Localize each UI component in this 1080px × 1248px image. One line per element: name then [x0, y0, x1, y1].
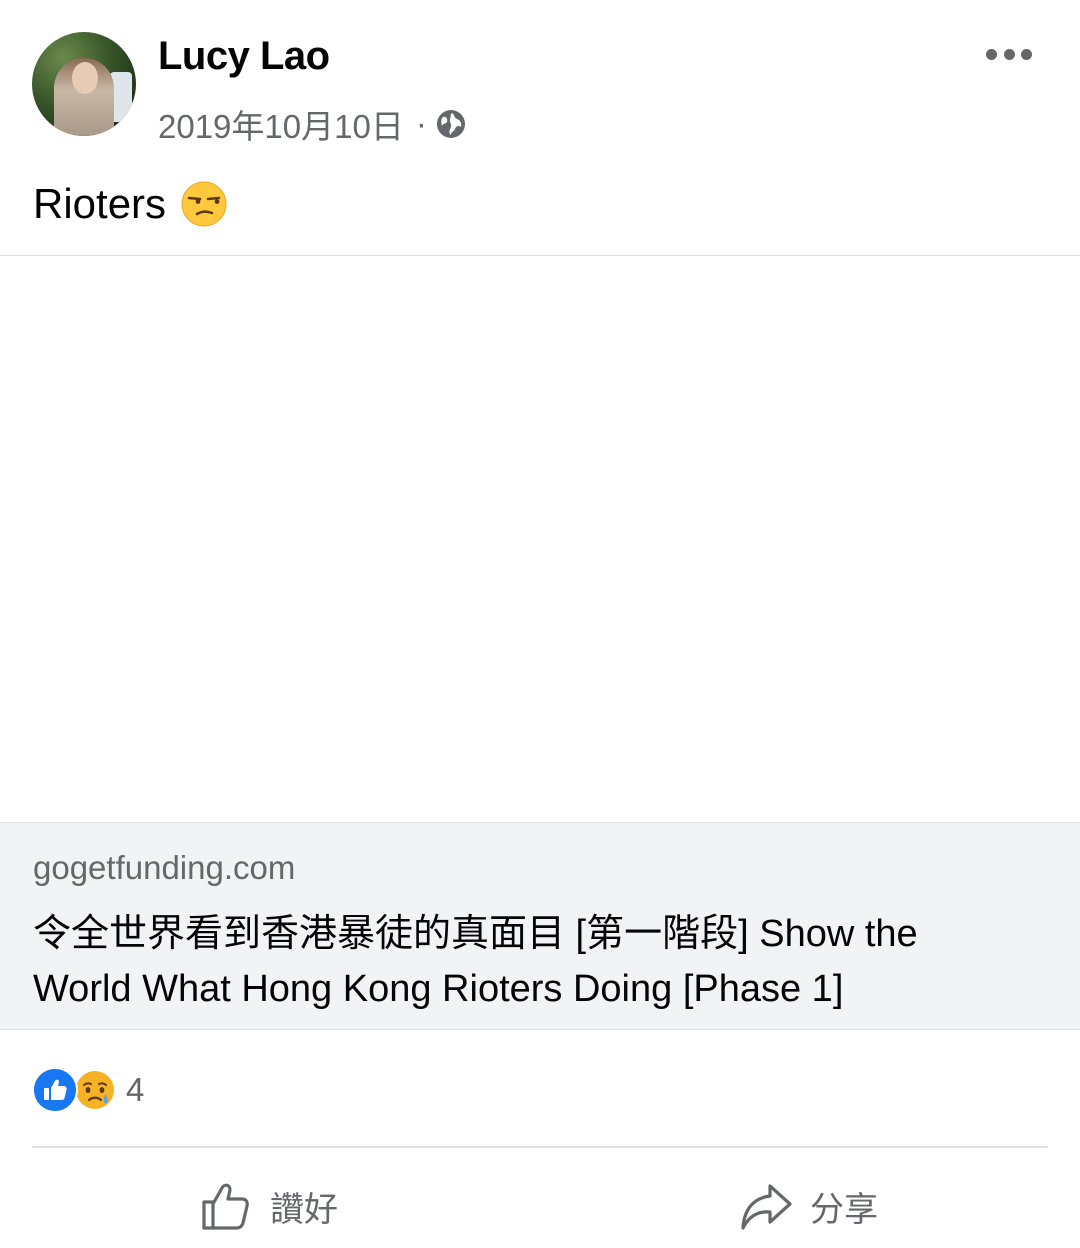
share-arrow-icon [741, 1184, 792, 1230]
sad-reaction-icon [76, 1071, 114, 1109]
post-message: Rioters [33, 180, 228, 228]
post-header: Lucy Lao 2019年10月10日 · [0, 0, 1080, 160]
post-meta: 2019年10月10日 · [158, 100, 467, 148]
more-dot [986, 48, 997, 60]
more-options-icon[interactable] [986, 44, 1032, 64]
link-title-line: 令全世界看到香港暴徒的真面目 [第一階段] Show the [33, 913, 918, 955]
post-date[interactable]: 2019年10月10日 [158, 100, 404, 148]
thumbs-up-icon [202, 1183, 249, 1230]
share-button-label: 分享 [810, 1190, 878, 1229]
link-title-line: World What Hong Kong Rioters Doing [Phas… [33, 968, 844, 1010]
divider [32, 1146, 1048, 1148]
unamused-face-emoji [181, 181, 227, 227]
like-reaction-icon [32, 1067, 78, 1113]
like-button-label: 讚好 [270, 1190, 338, 1229]
meta-separator: · [415, 105, 427, 142]
like-button[interactable]: 讚好 [198, 1176, 338, 1236]
link-title: 令全世界看到香港暴徒的真面目 [第一階段] Show the World Wha… [33, 907, 1043, 1017]
post-message-text: Rioters [33, 180, 167, 227]
avatar[interactable] [32, 32, 136, 136]
more-dot [1003, 48, 1015, 60]
link-preview-card[interactable]: gogetfunding.com 令全世界看到香港暴徒的真面目 [第一階段] S… [0, 822, 1080, 1030]
more-dot [1021, 48, 1032, 60]
reaction-count: 4 [126, 1071, 145, 1108]
avatar-face [72, 62, 98, 94]
link-preview-image[interactable] [0, 256, 1080, 822]
share-button[interactable]: 分享 [738, 1176, 878, 1236]
author-name[interactable]: Lucy Lao [158, 34, 330, 79]
link-domain: gogetfunding.com [33, 849, 296, 886]
globe-icon [436, 110, 465, 138]
reaction-summary[interactable]: 4 [32, 1067, 145, 1113]
